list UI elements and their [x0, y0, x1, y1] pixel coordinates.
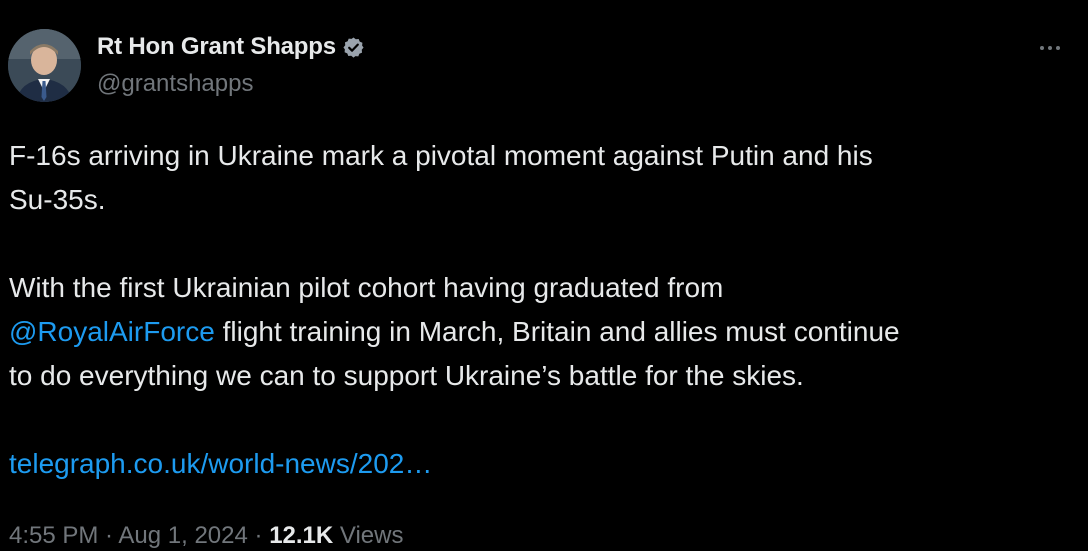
tweet-line: to do everything we can to support Ukrai… — [9, 360, 804, 391]
tweet-time[interactable]: 4:55 PM — [9, 522, 98, 549]
tweet-line-with-mention: @RoyalAirForce flight training in March,… — [9, 310, 1069, 354]
tweet-link-line: telegraph.co.uk/world-news/202… — [9, 442, 1069, 486]
tweet-line-rest: flight training in March, Britain and al… — [214, 316, 900, 347]
avatar[interactable] — [8, 29, 81, 102]
avatar-image — [8, 29, 81, 102]
author-name-row: Rt Hon Grant Shapps — [97, 30, 365, 64]
tweet-line: With the first Ukrainian pilot cohort ha… — [9, 272, 724, 303]
tweet-date[interactable]: Aug 1, 2024 — [118, 522, 247, 549]
tweet-card: Rt Hon Grant Shapps @grantshapps F-16s a… — [0, 0, 1088, 551]
mention-link[interactable]: @RoyalAirForce — [9, 316, 215, 347]
tweet-meta: 4:55 PM · Aug 1, 2024 · 12.1K Views — [9, 522, 404, 550]
meta-separator: · — [247, 522, 270, 549]
meta-separator: · — [98, 522, 119, 549]
views-count: 12.1K — [269, 522, 334, 549]
author-handle[interactable]: @grantshapps — [97, 70, 253, 98]
tweet-line: F-16s arriving in Ukraine mark a pivotal… — [9, 140, 873, 171]
tweet-text: F-16s arriving in Ukraine mark a pivotal… — [9, 134, 1069, 486]
more-options-icon[interactable] — [1034, 32, 1066, 64]
views-label: Views — [333, 522, 404, 549]
author-display-name[interactable]: Rt Hon Grant Shapps — [97, 33, 336, 61]
article-link[interactable]: telegraph.co.uk/world-news/202… — [9, 448, 432, 479]
verified-badge-icon — [342, 36, 365, 59]
tweet-line: Su-35s. — [9, 184, 106, 215]
